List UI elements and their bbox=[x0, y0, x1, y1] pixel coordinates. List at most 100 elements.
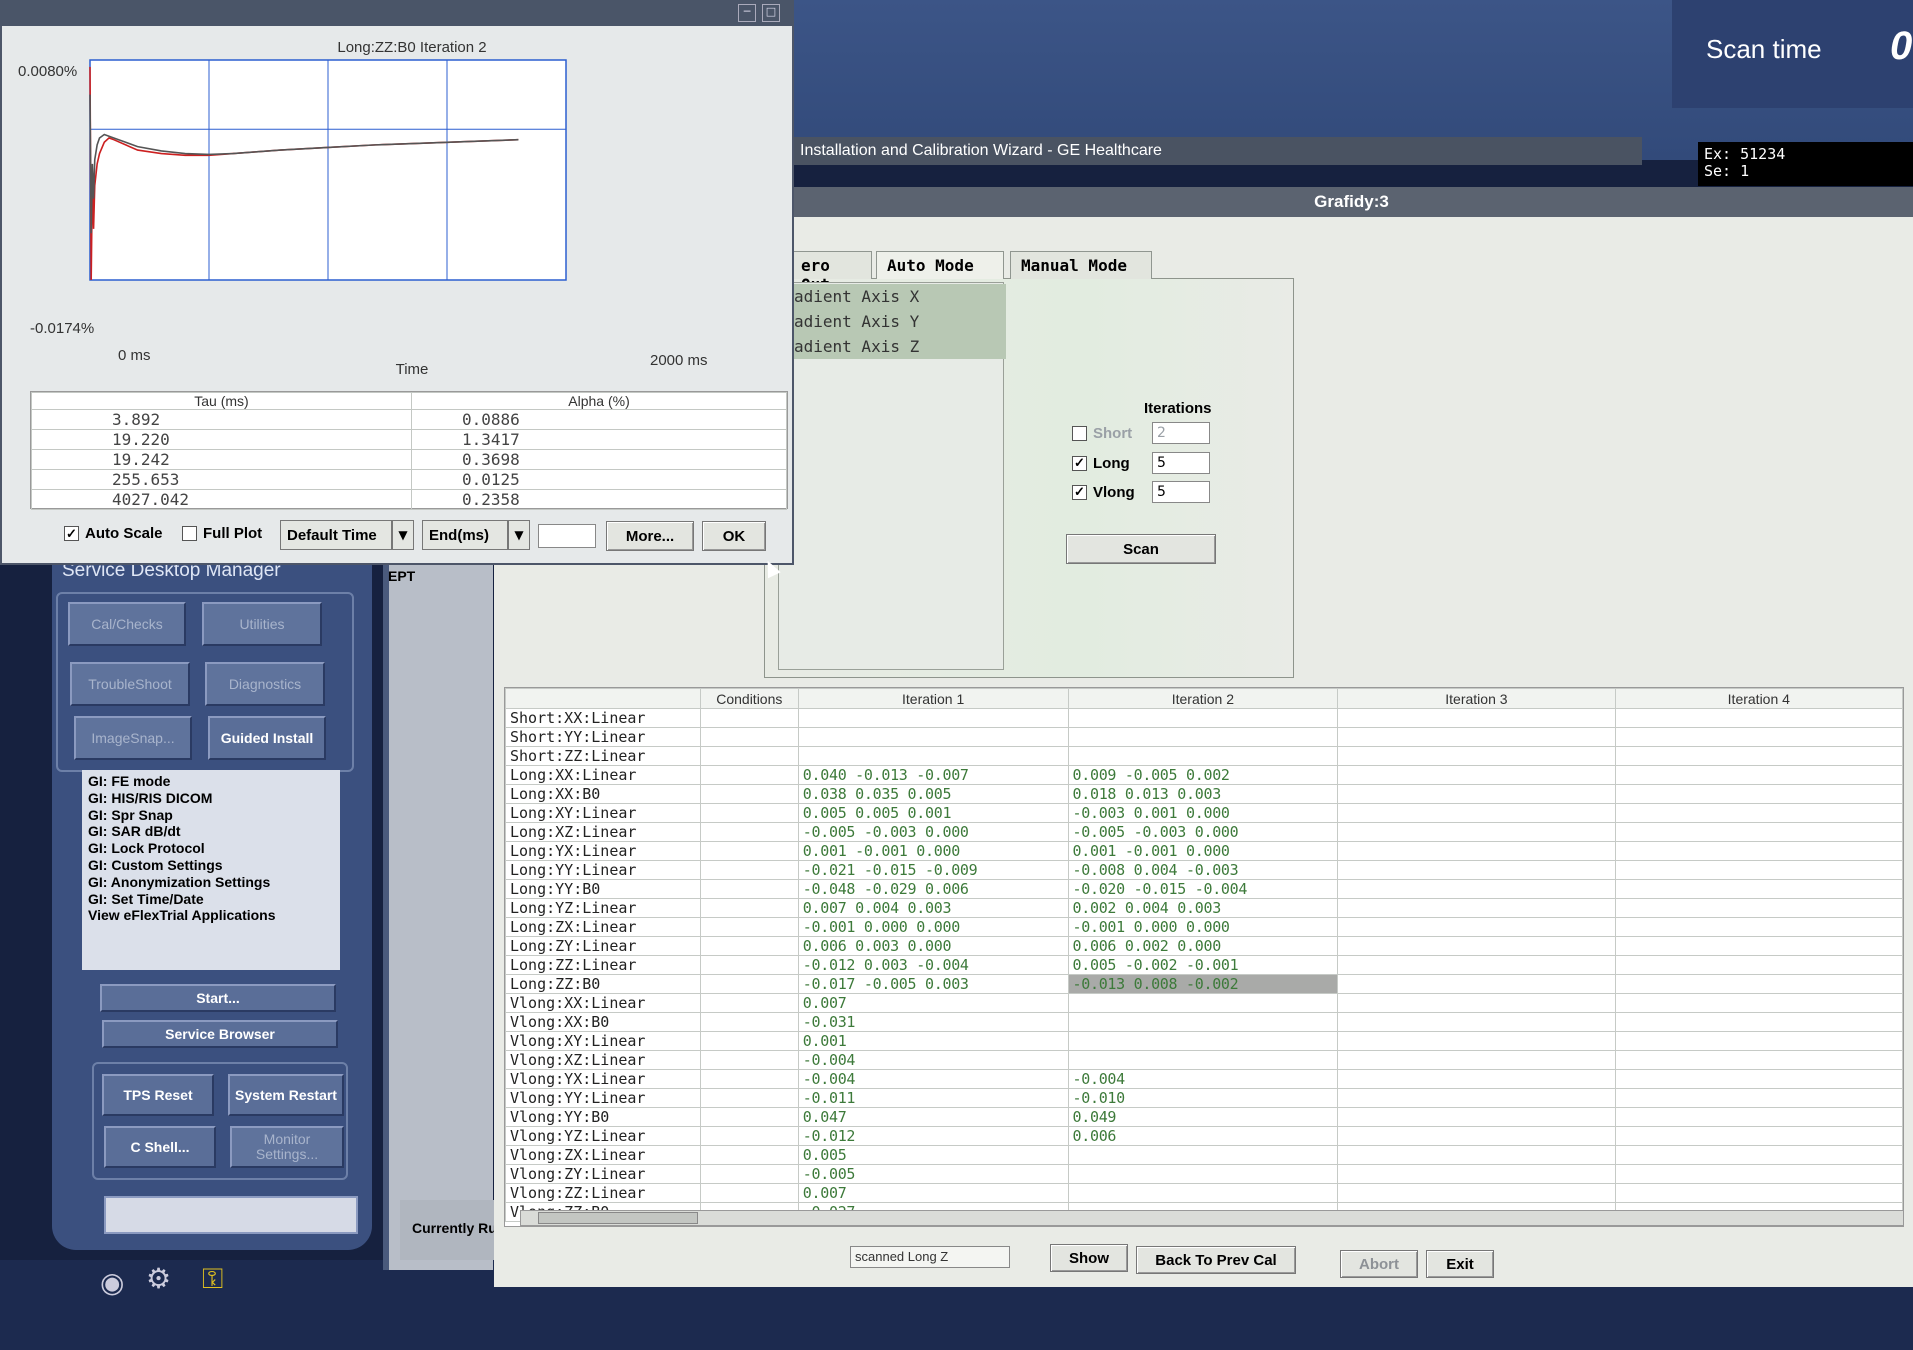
table-row[interactable]: Long:ZX:Linear -0.001 0.000 0.000 -0.001 0… bbox=[505, 917, 1903, 937]
list-item[interactable]: GI: SAR dB/dt bbox=[88, 823, 334, 840]
long-checkbox[interactable]: ✓ bbox=[1072, 455, 1087, 471]
iteration-1-cell: -0.004 bbox=[797, 1050, 1069, 1070]
list-item[interactable]: GI: Set Time/Date bbox=[88, 891, 334, 908]
start-button[interactable]: Start... bbox=[100, 984, 336, 1012]
table-row[interactable]: Vlong:ZZ:Linear 0.007 bbox=[505, 1183, 1903, 1203]
list-item[interactable]: View eFlexTrial Applications bbox=[88, 907, 334, 924]
table-row[interactable]: 255.653 0.0125 bbox=[31, 469, 787, 490]
table-row[interactable]: Long:ZY:Linear 0.006 0.003 0.000 0.006 0.0… bbox=[505, 936, 1903, 956]
troubleshoot-button[interactable]: TroubleShoot bbox=[70, 662, 190, 706]
diagnostics-button[interactable]: Diagnostics bbox=[205, 662, 325, 706]
auto-scale-check-icon[interactable]: ✓ bbox=[64, 526, 79, 541]
table-row[interactable]: Vlong:XX:Linear 0.007 bbox=[505, 993, 1903, 1013]
auto-scale-checkbox[interactable]: ✓ Auto Scale bbox=[64, 525, 163, 542]
list-item[interactable]: GI: Spr Snap bbox=[88, 807, 334, 824]
imagesnap-button[interactable]: ImageSnap... bbox=[74, 716, 192, 760]
grafidy-titlebar[interactable]: Grafidy:3 bbox=[790, 187, 1913, 217]
iteration-2-cell bbox=[1067, 1050, 1339, 1070]
table-row[interactable]: Vlong:YZ:Linear -0.012 0.006 bbox=[505, 1126, 1903, 1146]
horizontal-scrollbar[interactable] bbox=[520, 1210, 1904, 1226]
full-plot-checkbox[interactable]: Full Plot bbox=[182, 525, 262, 542]
full-plot-check-icon[interactable] bbox=[182, 526, 197, 541]
exit-button[interactable]: Exit bbox=[1426, 1250, 1494, 1278]
table-row[interactable]: Long:ZZ:B0 -0.017 -0.005 0.003 -0.013 0.00… bbox=[505, 974, 1903, 994]
chevron-down-icon[interactable]: ▼ bbox=[508, 520, 530, 550]
show-button[interactable]: Show bbox=[1050, 1244, 1128, 1272]
table-row[interactable]: Vlong:XZ:Linear -0.004 bbox=[505, 1050, 1903, 1070]
short-checkbox[interactable] bbox=[1072, 425, 1087, 441]
table-row[interactable]: Long:YZ:Linear 0.007 0.004 0.003 0.002 0.0… bbox=[505, 898, 1903, 918]
table-row[interactable]: Vlong:XX:B0 -0.031 bbox=[505, 1012, 1903, 1032]
table-row[interactable]: 19.242 0.3698 bbox=[31, 449, 787, 470]
tab-auto-mode[interactable]: Auto Mode bbox=[876, 251, 1004, 279]
table-row[interactable]: 3.892 0.0886 bbox=[31, 409, 787, 430]
table-row[interactable]: Long:XX:Linear 0.040 -0.013 -0.007 0.009 -… bbox=[505, 765, 1903, 785]
tps-reset-button[interactable]: TPS Reset bbox=[102, 1074, 214, 1116]
list-item[interactable]: GI: HIS/RIS DICOM bbox=[88, 790, 334, 807]
edge-plot: Long:ZZ:B0 Iteration 2 0.0080% -0.0174% … bbox=[18, 39, 708, 378]
key-icon[interactable]: ⚿ bbox=[202, 1262, 223, 1296]
table-row[interactable]: Short:ZZ:Linear bbox=[505, 746, 1903, 766]
list-item[interactable]: GI: Custom Settings bbox=[88, 857, 334, 874]
table-row[interactable]: Long:ZZ:Linear -0.012 0.003 -0.004 0.005 -… bbox=[505, 955, 1903, 975]
table-row[interactable]: Vlong:YY:Linear -0.011 -0.010 bbox=[505, 1088, 1903, 1108]
list-item[interactable]: GI: FE mode bbox=[88, 773, 334, 790]
back-to-prev-cal-button[interactable]: Back To Prev Cal bbox=[1136, 1246, 1296, 1274]
end-ms-input[interactable] bbox=[538, 524, 596, 548]
vlong-iteration-row[interactable]: ✓ Vlong bbox=[1072, 480, 1135, 504]
minimize-icon[interactable]: ─ bbox=[738, 4, 756, 22]
table-row[interactable]: Long:XY:Linear 0.005 0.005 0.001 -0.003 0.… bbox=[505, 803, 1903, 823]
table-row[interactable]: Vlong:ZX:Linear 0.005 bbox=[505, 1145, 1903, 1165]
list-item[interactable]: adient Axis Y bbox=[790, 309, 1006, 334]
list-item[interactable]: GI: Lock Protocol bbox=[88, 840, 334, 857]
table-row[interactable]: Short:YY:Linear bbox=[505, 727, 1903, 747]
scan-button[interactable]: Scan bbox=[1066, 534, 1216, 564]
table-row[interactable]: 4027.042 0.2358 bbox=[31, 489, 787, 510]
short-iteration-row[interactable]: Short bbox=[1072, 421, 1132, 445]
list-item[interactable]: GI: Anonymization Settings bbox=[88, 874, 334, 891]
maximize-icon[interactable]: □ bbox=[762, 4, 780, 22]
end-ms-select[interactable]: End(ms) bbox=[422, 520, 508, 550]
c-shell-button[interactable]: C Shell... bbox=[104, 1126, 216, 1168]
guided-install-button[interactable]: Guided Install bbox=[208, 716, 326, 760]
short-iterations-input[interactable]: 2 bbox=[1152, 422, 1210, 444]
cal-checks-button[interactable]: Cal/Checks bbox=[68, 602, 186, 646]
chevron-down-icon[interactable]: ▼ bbox=[392, 520, 414, 550]
iteration-4-cell bbox=[1614, 917, 1903, 937]
scanner-icon[interactable]: ⚙ bbox=[146, 1262, 171, 1295]
table-row[interactable]: 19.220 1.3417 bbox=[31, 429, 787, 450]
table-row[interactable]: Vlong:YY:B0 0.047 0.049 bbox=[505, 1107, 1903, 1127]
list-item[interactable]: adient Axis Z bbox=[790, 334, 1006, 359]
system-restart-button[interactable]: System Restart bbox=[228, 1074, 344, 1116]
results-table[interactable]: Conditions Iteration 1 Iteration 2 Itera… bbox=[504, 687, 1904, 1227]
scrollbar-thumb[interactable] bbox=[538, 1212, 698, 1224]
long-iterations-input[interactable]: 5 bbox=[1152, 452, 1210, 474]
table-row[interactable]: Short:XX:Linear bbox=[505, 708, 1903, 728]
table-row[interactable]: Long:YY:Linear -0.021 -0.015 -0.009 -0.008… bbox=[505, 860, 1903, 880]
wizard-titlebar[interactable]: Installation and Calibration Wizard - GE… bbox=[790, 137, 1642, 165]
table-row[interactable]: Vlong:ZY:Linear -0.005 bbox=[505, 1164, 1903, 1184]
time-mode-select[interactable]: Default Time bbox=[280, 520, 392, 550]
monitor-settings-button[interactable]: Monitor Settings... bbox=[230, 1126, 344, 1168]
tab-manual-mode[interactable]: Manual Mode bbox=[1010, 251, 1152, 279]
table-row[interactable]: Long:XX:B0 0.038 0.035 0.005 0.018 0.013 0… bbox=[505, 784, 1903, 804]
table-row[interactable]: Vlong:XY:Linear 0.001 bbox=[505, 1031, 1903, 1051]
vlong-checkbox[interactable]: ✓ bbox=[1072, 484, 1087, 500]
list-item[interactable]: adient Axis X bbox=[790, 284, 1006, 309]
vlong-iterations-input[interactable]: 5 bbox=[1152, 481, 1210, 503]
table-row[interactable]: Long:YY:B0 -0.048 -0.029 0.006 -0.020 -0.0… bbox=[505, 879, 1903, 899]
utilities-button[interactable]: Utilities bbox=[202, 602, 322, 646]
long-iteration-row[interactable]: ✓ Long bbox=[1072, 451, 1130, 475]
more-button[interactable]: More... bbox=[606, 521, 694, 551]
table-row[interactable]: Long:YX:Linear 0.001 -0.001 0.000 0.001 -0… bbox=[505, 841, 1903, 861]
ok-button[interactable]: OK bbox=[702, 521, 766, 551]
guided-install-list[interactable]: GI: FE mode GI: HIS/RIS DICOM GI: Spr Sn… bbox=[82, 770, 340, 970]
table-row[interactable]: Long:XZ:Linear -0.005 -0.003 0.000 -0.005 … bbox=[505, 822, 1903, 842]
tab-zero-out[interactable]: ero Out bbox=[790, 251, 872, 294]
abort-button[interactable]: Abort bbox=[1340, 1250, 1418, 1278]
service-browser-button[interactable]: Service Browser bbox=[102, 1020, 338, 1048]
mouse-icon[interactable]: ◉ bbox=[100, 1266, 124, 1299]
table-row[interactable]: Vlong:YX:Linear -0.004 -0.004 bbox=[505, 1069, 1903, 1089]
plot-window-titlebar[interactable]: ─ □ bbox=[0, 0, 794, 26]
tau-alpha-table[interactable]: Tau (ms) Alpha (%) 3.892 0.0886 19.220 1.3… bbox=[30, 391, 788, 510]
